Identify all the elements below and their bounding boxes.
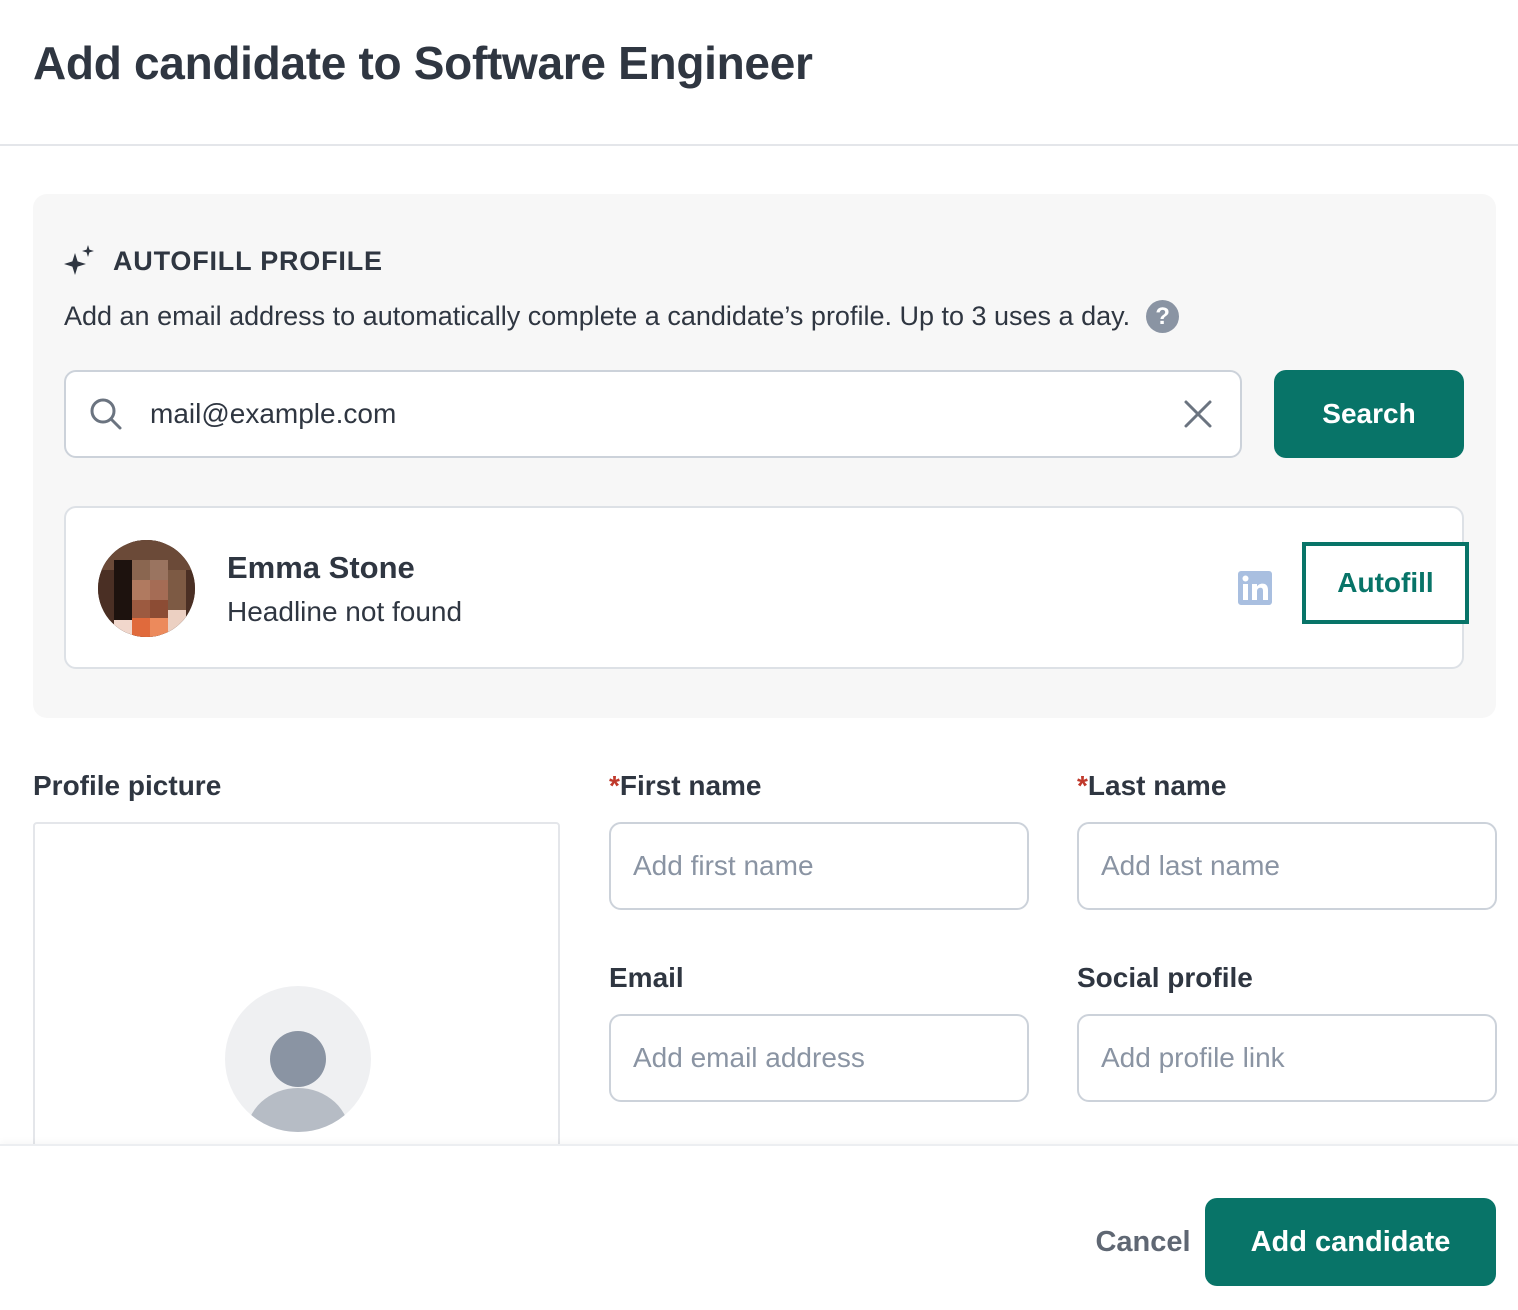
autofill-description-text: Add an email address to automatically co… [64,301,1131,331]
required-marker: * [1077,770,1088,801]
first-name-label-text: First name [619,770,762,801]
sparkle-icon [64,245,94,275]
modal-title: Add candidate to Software Engineer [33,37,813,89]
autofill-title: AUTOFILL PROFILE [113,245,383,276]
question-circle-icon[interactable]: ? [1146,300,1180,333]
add-candidate-modal: Add candidate to Software Engineer AUTOF… [0,0,1518,1310]
close-icon[interactable] [1182,398,1214,430]
autofill-heading: AUTOFILL PROFILE [63,244,383,278]
modal-header: Add candidate to Software Engineer [0,0,1518,146]
linkedin-icon[interactable] [1238,571,1272,605]
search-icon [90,398,122,430]
first-name-input[interactable] [609,822,1029,910]
autofill-result-card: Emma Stone Headline not found Autofill [64,506,1469,669]
social-profile-input[interactable] [1077,1014,1497,1102]
candidate-name: Emma Stone [227,550,415,585]
email-input[interactable] [609,1014,1029,1102]
last-name-input[interactable] [1077,822,1497,910]
profile-picture-dropzone[interactable] [33,822,560,1162]
last-name-label: *Last name [1077,770,1226,802]
social-profile-label: Social profile [1077,962,1253,993]
add-candidate-button[interactable]: Add candidate [1205,1198,1496,1286]
search-input-value[interactable]: mail@example.com [150,398,1182,430]
avatar-image [98,540,195,637]
modal-footer: Cancel Add candidate [0,1144,1518,1310]
first-name-label: *First name [609,770,762,802]
profile-picture-label: Profile picture [33,770,222,801]
last-name-label-text: Last name [1087,770,1227,801]
required-marker: * [609,770,620,801]
user-placeholder-icon [225,986,371,1132]
avatar [98,540,195,637]
search-button[interactable]: Search [1274,370,1464,458]
candidate-headline: Headline not found [227,596,463,627]
autofill-button[interactable]: Autofill [1302,542,1469,624]
autofill-email-search[interactable]: mail@example.com [64,370,1242,458]
cancel-button[interactable]: Cancel [1082,1198,1204,1286]
autofill-description: Add an email address to automatically co… [64,300,1180,333]
email-label: Email [609,962,684,993]
autofill-panel: AUTOFILL PROFILE Add an email address to… [33,194,1496,718]
